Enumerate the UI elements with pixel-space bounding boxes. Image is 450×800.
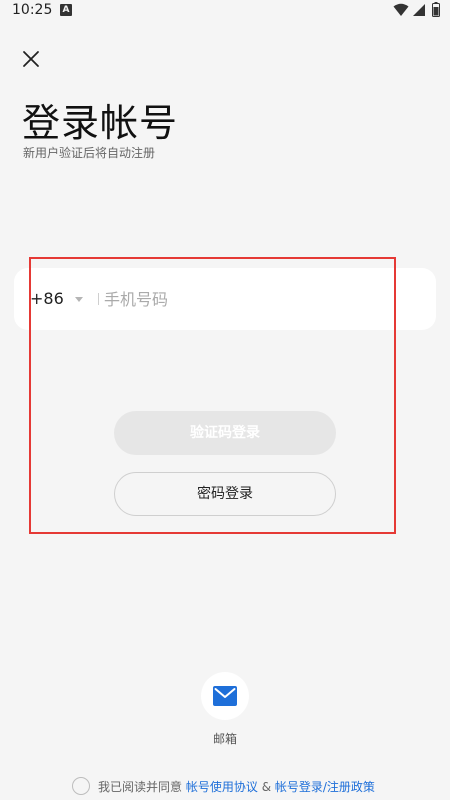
notification-icon: A [60, 4, 72, 16]
page-subtitle: 新用户验证后将自动注册 [23, 146, 156, 160]
wifi-icon [393, 3, 409, 16]
password-login-button[interactable]: 密码登录 [114, 472, 336, 516]
close-icon[interactable] [20, 48, 42, 70]
battery-icon [432, 2, 440, 17]
agreement-text: 我已阅读并同意 帐号使用协议 & 帐号登录/注册政策 [98, 778, 375, 795]
page-title: 登录帐号 [22, 101, 179, 145]
code-login-button[interactable]: 验证码登录 [114, 411, 336, 455]
agreement-checkbox[interactable] [72, 777, 90, 795]
mail-icon [213, 686, 237, 706]
caret-down-icon[interactable] [75, 297, 83, 302]
email-label: 邮箱 [212, 732, 237, 746]
country-code-selector[interactable]: +86 [30, 289, 64, 308]
agreement-prefix: 我已阅读并同意 [98, 780, 183, 794]
status-time: 10:25 [12, 2, 53, 18]
status-bar: 10:25 A [0, 0, 450, 22]
policy-link[interactable]: 帐号登录/注册政策 [275, 780, 375, 794]
email-login-button[interactable] [201, 672, 249, 720]
phone-input-row: +86 [14, 268, 436, 330]
terms-link[interactable]: 帐号使用协议 [186, 780, 258, 794]
input-divider [98, 293, 99, 305]
signal-icon [413, 4, 425, 16]
phone-number-input[interactable] [104, 282, 414, 316]
agreement-amp: & [261, 780, 272, 794]
login-screen: 10:25 A 登录帐号 新用户验证后将自动注册 +86 验证码登录 密码登录 [0, 0, 450, 800]
